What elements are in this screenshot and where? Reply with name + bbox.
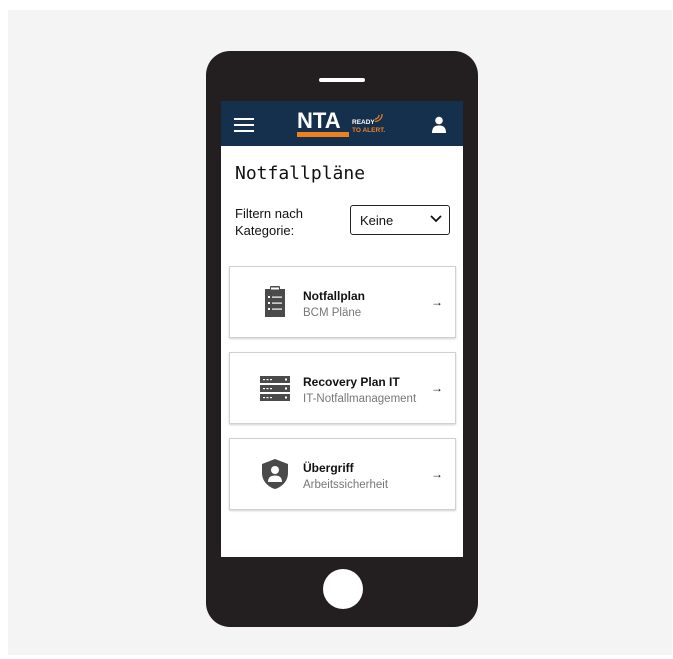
card-subtitle: BCM Pläne [303,307,362,319]
plan-card-recovery-plan-it[interactable]: Recovery Plan IT IT-Notfallmanagement → [229,352,456,424]
plan-card-uebergriff[interactable]: Übergriff Arbeitssicherheit → [229,438,456,510]
plan-card-notfallplan[interactable]: Notfallplan BCM Pläne → [229,266,456,338]
card-title: Notfallplan [303,289,365,303]
category-filter-select[interactable]: Keine [350,205,450,235]
phone-home-button[interactable] [323,569,363,609]
logo-tagline-ready: READY [352,119,375,126]
signal-wave-icon [374,113,383,122]
logo-underline [297,132,349,137]
card-subtitle: IT-Notfallmanagement [303,393,417,405]
shield-person-icon [262,459,288,489]
hamburger-menu-icon[interactable] [234,118,254,132]
phone-frame: NTA READY TO ALERT. Notfallpläne Filtern… [206,51,478,627]
card-title: Recovery Plan IT [303,375,400,389]
card-subtitle: Arbeitssicherheit [303,479,389,491]
page-title: Notfallpläne [235,163,366,184]
filter-label: Filtern nach Kategorie: [235,206,303,238]
user-profile-icon[interactable] [431,116,447,133]
chevron-down-icon [430,215,442,223]
app-screen: NTA READY TO ALERT. Notfallpläne Filtern… [221,101,463,557]
card-title: Übergriff [303,461,354,475]
arrow-right-icon: → [431,295,443,309]
clipboard-list-icon [265,286,285,317]
arrow-right-icon: → [431,381,443,395]
app-header: NTA READY TO ALERT. [221,101,463,146]
filter-selected-value: Keine [360,213,394,228]
logo-tagline-alert: TO ALERT. [352,127,386,134]
arrow-right-icon: → [431,467,443,481]
nta-logo[interactable]: NTA READY TO ALERT. [297,110,387,138]
server-rack-icon [260,376,290,401]
logo-text: NTA [297,108,341,133]
phone-speaker [319,78,365,82]
